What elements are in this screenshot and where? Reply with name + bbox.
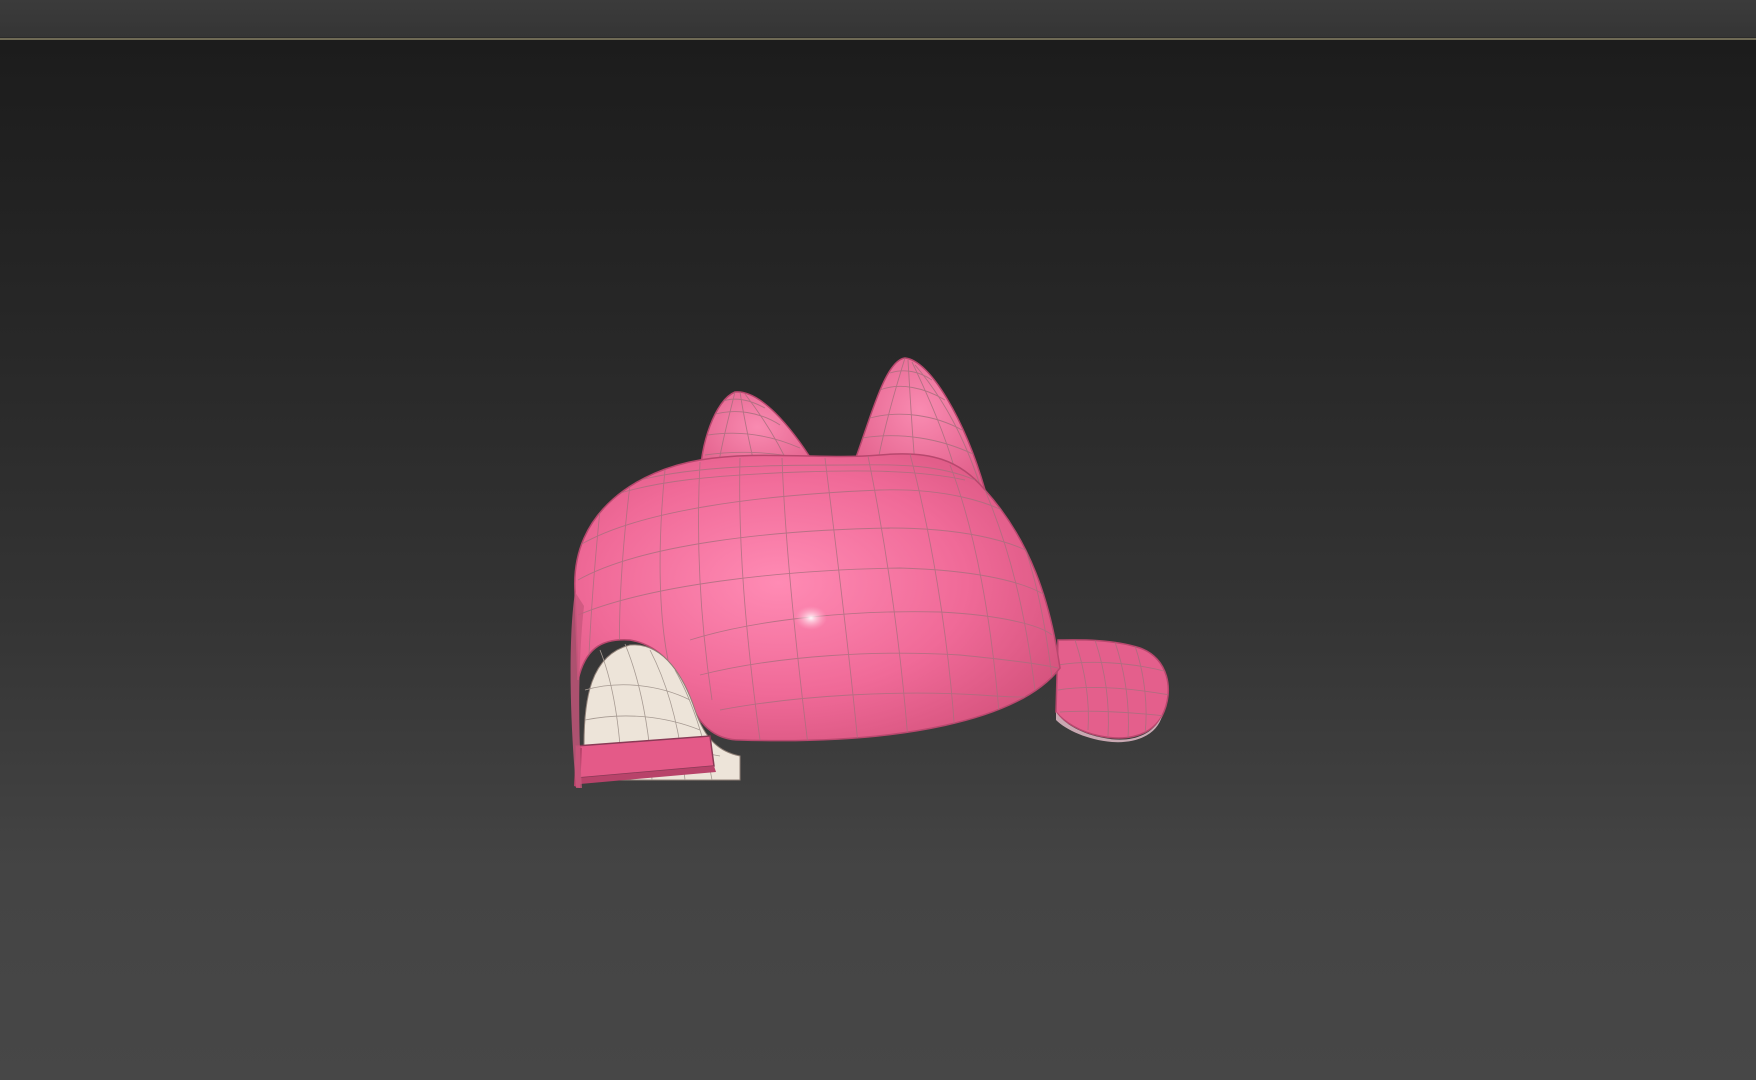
title-bar[interactable]: [0, 0, 1756, 38]
viewport-perspective[interactable]: [0, 40, 1756, 1080]
app-window: [0, 0, 1756, 1080]
specular-highlight: [795, 606, 827, 630]
viewport-canvas[interactable]: [0, 40, 1756, 1080]
cap-brim: [1055, 639, 1170, 739]
cat-ear-cap-model[interactable]: [570, 357, 1170, 788]
